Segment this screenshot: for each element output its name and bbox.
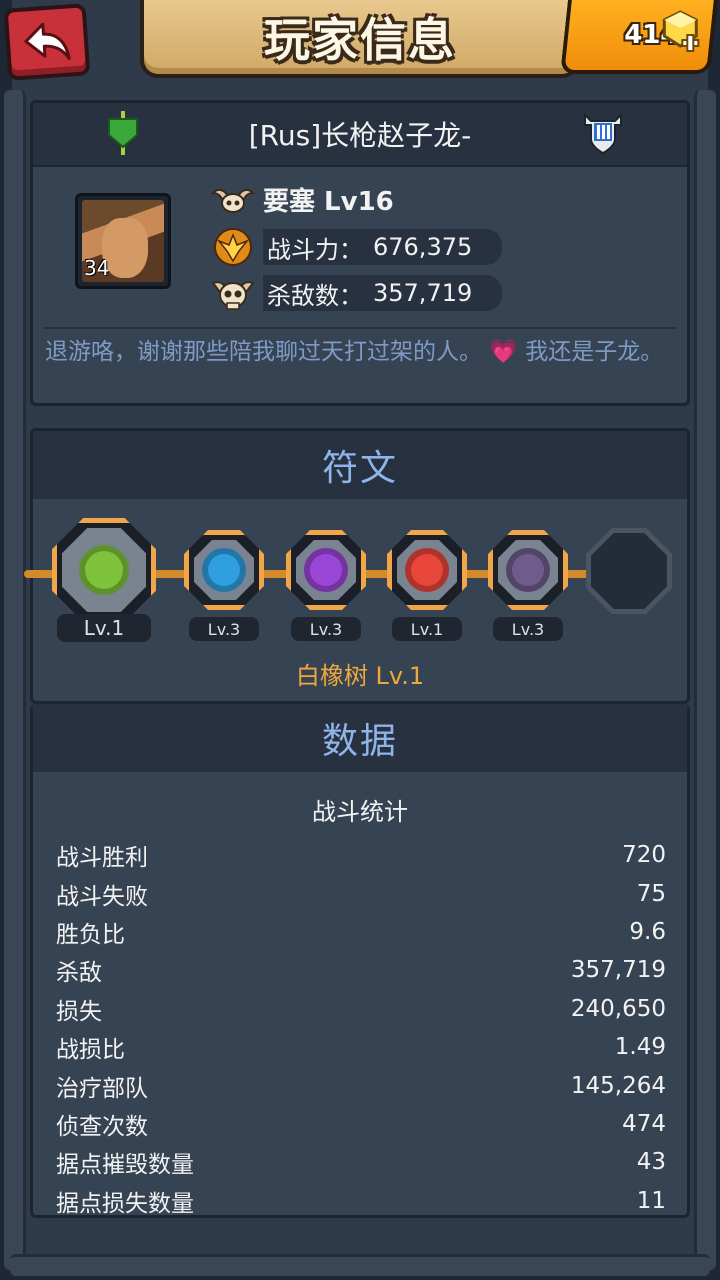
stat-label: 战损比: [56, 1037, 125, 1064]
stat-label: 胜负比: [56, 921, 125, 948]
skull-icon: [211, 281, 255, 310]
stat-value: 357,719: [570, 957, 666, 984]
stat-label: 据点摧毁数量: [56, 1152, 194, 1179]
stat-value: 43: [636, 1149, 666, 1176]
stat-row: 战斗失败 75: [56, 874, 666, 912]
rune-gem-icon: [506, 548, 550, 592]
stat-value: 9.6: [629, 918, 666, 945]
stat-row: 损失 240,650: [56, 990, 666, 1028]
green-flag-icon: [108, 111, 138, 155]
stat-label: 战斗失败: [56, 883, 148, 910]
power-pill: 战斗力： 676,375: [263, 229, 503, 265]
runes-title: 符文: [321, 448, 398, 489]
alliance-shield-icon[interactable]: [581, 111, 625, 155]
profile-panel: [Rus]长枪赵子龙- 34 要塞 Lv16 战斗力： 676,375 杀敌数：…: [30, 100, 690, 406]
stat-row: 据点摧毁数量 43: [56, 1143, 666, 1181]
stat-list: 战斗胜利 720 战斗失败 75 胜负比 9.6 杀敌 357,719 损失 240,650 战损比…: [56, 836, 666, 1220]
data-title: 数据: [321, 721, 398, 762]
stat-value: 474: [622, 1110, 666, 1137]
frame-bottom-edge: [10, 1254, 710, 1276]
stat-value: 145,264: [570, 1072, 666, 1099]
stat-value: 720: [622, 842, 666, 869]
rune-level: Lv.3: [189, 617, 259, 641]
stat-label: 据点损失数量: [56, 1190, 194, 1217]
power-row: 战斗力： 676,375: [211, 227, 503, 267]
bio-text-part1: 退游咯，谢谢那些陪我聊过天打过架的人。: [45, 339, 482, 365]
battle-stats-label: 战斗统计: [312, 798, 408, 826]
stat-row: 胜负比 9.6: [56, 913, 666, 951]
rune-gem-icon: [79, 545, 129, 595]
rune-slot-3[interactable]: [286, 530, 366, 610]
selected-rune-name: 白橡树 Lv.1: [295, 662, 425, 690]
stat-row: 侦查次数 474: [56, 1105, 666, 1143]
kills-pill: 杀敌数： 357,719: [263, 275, 503, 311]
stat-row: 据点损失数量 11: [56, 1182, 666, 1220]
stat-row: 杀敌 357,719: [56, 951, 666, 989]
stat-label: 治疗部队: [56, 1075, 148, 1102]
rune-slot-1[interactable]: [52, 518, 156, 622]
stat-value: 240,650: [570, 995, 666, 1022]
runes-header: 符文: [33, 431, 687, 499]
phoenix-emblem-icon: [214, 228, 252, 266]
gem-counter[interactable]: 414: [560, 0, 718, 74]
rune-slot-4[interactable]: [387, 530, 467, 610]
stat-label: 损失: [56, 998, 102, 1025]
stat-row: 战斗胜利 720: [56, 836, 666, 874]
back-arrow-icon: [24, 22, 71, 60]
stat-label: 侦查次数: [56, 1113, 148, 1140]
rune-level: Lv.1: [392, 617, 462, 641]
kills-value: 357,719: [373, 279, 473, 307]
rune-gem-icon: [202, 548, 246, 592]
bio-text-part2: 我还是子龙。: [525, 339, 664, 365]
stat-label: 战斗胜利: [56, 845, 148, 872]
avatar-level: 34: [84, 256, 110, 280]
heart-icon: 💗: [489, 339, 518, 365]
avatar[interactable]: 34: [75, 193, 171, 289]
stat-label: 杀敌: [56, 960, 102, 987]
stat-value: 75: [636, 880, 666, 907]
power-label: 战斗力：: [267, 235, 363, 264]
gem-plus-icon: [662, 10, 700, 52]
kills-label: 杀敌数：: [267, 281, 363, 310]
kills-row: 杀敌数： 357,719: [211, 273, 503, 313]
back-button[interactable]: [3, 3, 91, 81]
player-name: [Rus]长枪赵子龙-: [248, 119, 472, 152]
name-bar: [Rus]长枪赵子龙-: [33, 103, 687, 167]
rune-level: Lv.3: [291, 617, 361, 641]
rune-gem-icon: [405, 548, 449, 592]
fortress-level: 要塞 Lv16: [263, 186, 394, 217]
stat-value: 1.49: [614, 1034, 666, 1061]
player-bio: 退游咯，谢谢那些陪我聊过天打过架的人。 💗 我还是子龙。: [45, 335, 673, 369]
stat-row: 战损比 1.49: [56, 1028, 666, 1066]
rune-slot-5[interactable]: [488, 530, 568, 610]
rune-gem-icon: [304, 548, 348, 592]
rune-level: Lv.3: [493, 617, 563, 641]
rune-slot-2[interactable]: [184, 530, 264, 610]
page-title: 玩家信息: [264, 13, 456, 67]
horned-skull-icon: [211, 188, 255, 213]
bio-divider: [43, 327, 677, 329]
page-title-banner: 玩家信息: [140, 0, 580, 78]
fortress-row: 要塞 Lv16: [211, 179, 394, 219]
stat-value: 11: [636, 1187, 666, 1214]
stat-row: 治疗部队 145,264: [56, 1066, 666, 1104]
rune-level: Lv.1: [57, 614, 151, 642]
data-header: 数据: [33, 704, 687, 772]
rune-slot-empty[interactable]: [586, 528, 672, 614]
power-value: 676,375: [373, 233, 473, 261]
